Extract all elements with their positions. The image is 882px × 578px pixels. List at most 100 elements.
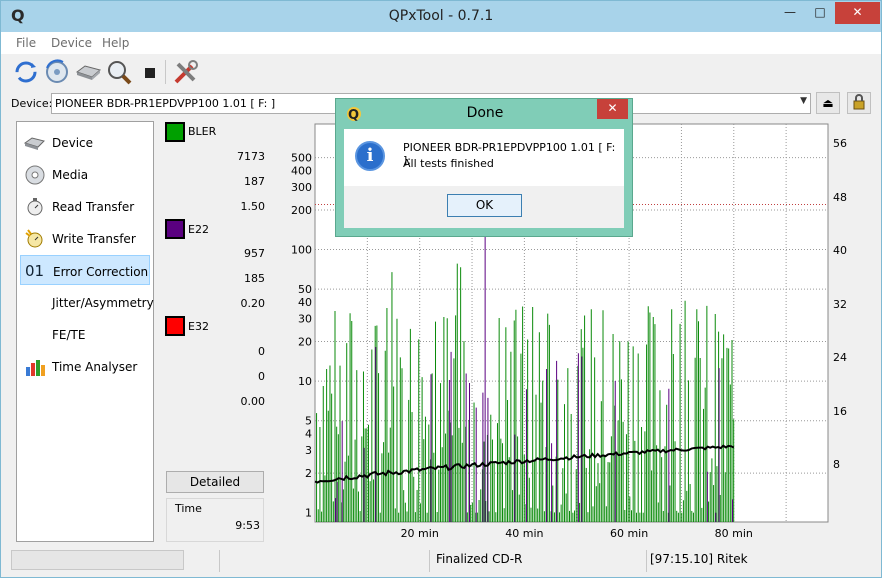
nav-item-device[interactable]: Device xyxy=(20,127,150,157)
nav-item-media[interactable]: Media xyxy=(20,159,150,189)
y-right-axis-tick-label: 56 xyxy=(833,137,847,150)
bler-label: BLER xyxy=(188,125,217,138)
search-icon[interactable] xyxy=(105,58,133,86)
device-label: Device: xyxy=(11,97,53,110)
dialog-message-status: All tests finished xyxy=(403,157,494,170)
status-divider xyxy=(429,550,430,572)
refresh-icon[interactable] xyxy=(12,58,40,86)
stopwatch-icon xyxy=(24,197,46,217)
detailed-button[interactable]: Detailed xyxy=(166,471,264,493)
rescan-icon[interactable] xyxy=(43,58,71,86)
nav-item-label: Read Transfer xyxy=(52,200,135,214)
error-correction-icon: 01 xyxy=(25,262,45,280)
x-axis-tick-label: 20 min xyxy=(401,527,439,540)
y-axis-tick-label: 40 xyxy=(298,296,312,309)
y-right-axis-tick-label: 32 xyxy=(833,298,847,311)
nav-item-error-correction[interactable]: 01 Error Correction xyxy=(20,255,150,285)
lock-button[interactable] xyxy=(847,92,871,114)
title-bar[interactable]: Q QPxTool - 0.7.1 — □ ✕ xyxy=(1,1,881,32)
e22-label: E22 xyxy=(188,223,209,236)
y-axis-tick-label: 4 xyxy=(305,427,312,440)
eject-button[interactable]: ⏏ xyxy=(816,92,840,114)
y-axis-tick-label: 50 xyxy=(298,283,312,296)
progress-bar xyxy=(11,550,184,570)
nav-item-fe-te[interactable]: FE/TE xyxy=(20,319,150,349)
drive-icon[interactable] xyxy=(74,58,102,86)
e32-label: E32 xyxy=(188,320,209,333)
close-button[interactable]: ✕ xyxy=(835,2,880,24)
dialog-title: Done xyxy=(466,105,504,121)
y-axis-tick-label: 300 xyxy=(291,181,312,194)
nav-item-label: Write Transfer xyxy=(52,232,136,246)
y-right-axis-tick-label: 16 xyxy=(833,405,847,418)
nav-item-label: Error Correction xyxy=(53,265,149,279)
error-stats-panel: BLER 7173 187 1.50 E22 957 185 0.20 E32 … xyxy=(159,121,269,542)
toolbar xyxy=(1,54,881,92)
nav-item-jitter-asymmetry[interactable]: Jitter/Asymmetry xyxy=(20,287,154,317)
y-axis-tick-label: 500 xyxy=(291,152,312,165)
toolbar-separator xyxy=(165,60,166,84)
y-axis-tick-label: 2 xyxy=(305,467,312,480)
y-axis-tick-label: 400 xyxy=(291,164,312,177)
y-right-axis-tick-label: 8 xyxy=(833,458,840,471)
y-right-axis-tick-label: 24 xyxy=(833,351,847,364)
nav-item-time-analyser[interactable]: Time Analyser xyxy=(20,351,150,381)
chevron-down-icon: ▼ xyxy=(800,96,807,106)
lock-icon xyxy=(853,94,865,110)
tools-icon[interactable] xyxy=(172,58,200,86)
e22-color-swatch xyxy=(165,219,185,239)
menu-device[interactable]: Device xyxy=(51,36,92,50)
nav-item-label: Device xyxy=(52,136,94,150)
disc-icon xyxy=(24,165,46,185)
x-axis-tick-label: 40 min xyxy=(505,527,543,540)
time-box: Time 9:53 xyxy=(166,498,264,542)
done-dialog: Q Done ✕ i PIONEER BDR-PR1EPDVPP100 1.01… xyxy=(335,98,633,237)
e32-avg: 0.00 xyxy=(240,395,266,408)
bars-icon xyxy=(24,357,46,377)
nav-item-label: Time Analyser xyxy=(52,360,138,374)
e32-total: 0 xyxy=(258,345,265,358)
status-divider xyxy=(646,550,647,572)
nav-item-label: Jitter/Asymmetry xyxy=(52,296,154,310)
bler-total: 7173 xyxy=(237,150,265,163)
nav-item-write-transfer[interactable]: Write Transfer xyxy=(20,223,150,253)
y-axis-tick-label: 30 xyxy=(298,312,312,325)
menu-bar: File Device Help xyxy=(1,32,881,54)
y-axis-tick-label: 3 xyxy=(305,444,312,457)
bler-avg: 1.50 xyxy=(240,200,266,213)
y-right-axis-tick-label: 48 xyxy=(833,191,847,204)
y-axis-tick-label: 20 xyxy=(298,336,312,349)
x-axis-tick-label: 60 min xyxy=(610,527,648,540)
e22-max: 185 xyxy=(244,272,265,285)
y-axis-tick-label: 10 xyxy=(298,375,312,388)
stop-icon[interactable] xyxy=(136,58,164,86)
e32-max: 0 xyxy=(258,370,265,383)
e32-color-swatch xyxy=(165,316,185,336)
nav-item-read-transfer[interactable]: Read Transfer xyxy=(20,191,150,221)
window-title: QPxTool - 0.7.1 xyxy=(388,8,494,24)
maximize-button[interactable]: □ xyxy=(805,2,835,24)
menu-help[interactable]: Help xyxy=(102,36,129,50)
dialog-body: i PIONEER BDR-PR1EPDVPP100 1.01 [ F: ]: … xyxy=(344,129,624,186)
nav-item-label: FE/TE xyxy=(52,328,86,342)
main-window: Q QPxTool - 0.7.1 — □ ✕ File Device Help xyxy=(0,0,882,578)
drive-icon xyxy=(23,133,46,153)
info-icon: i xyxy=(355,141,385,171)
y-axis-tick-label: 5 xyxy=(305,415,312,428)
menu-file[interactable]: File xyxy=(16,36,36,50)
dialog-close-button[interactable]: ✕ xyxy=(597,99,628,119)
time-value: 9:53 xyxy=(235,519,260,532)
ok-button[interactable]: OK xyxy=(447,194,522,217)
e22-avg: 0.20 xyxy=(240,297,266,310)
y-axis-tick-label: 200 xyxy=(291,204,312,217)
bler-color-swatch xyxy=(165,122,185,142)
y-axis-tick-label: 1 xyxy=(305,507,312,520)
minimize-button[interactable]: — xyxy=(775,2,805,24)
dialog-footer: OK xyxy=(344,186,624,228)
e22-total: 957 xyxy=(244,247,265,260)
test-navigation: Device Media Read Transfer Write Transfer 01… xyxy=(16,121,154,542)
device-select-value: PIONEER BDR-PR1EPDVPP100 1.01 [ F: ] xyxy=(55,97,276,110)
y-axis-tick-label: 100 xyxy=(291,244,312,257)
status-bar: Finalized CD-R [97:15.10] Ritek xyxy=(1,546,881,577)
stopwatch-write-icon xyxy=(24,229,46,249)
